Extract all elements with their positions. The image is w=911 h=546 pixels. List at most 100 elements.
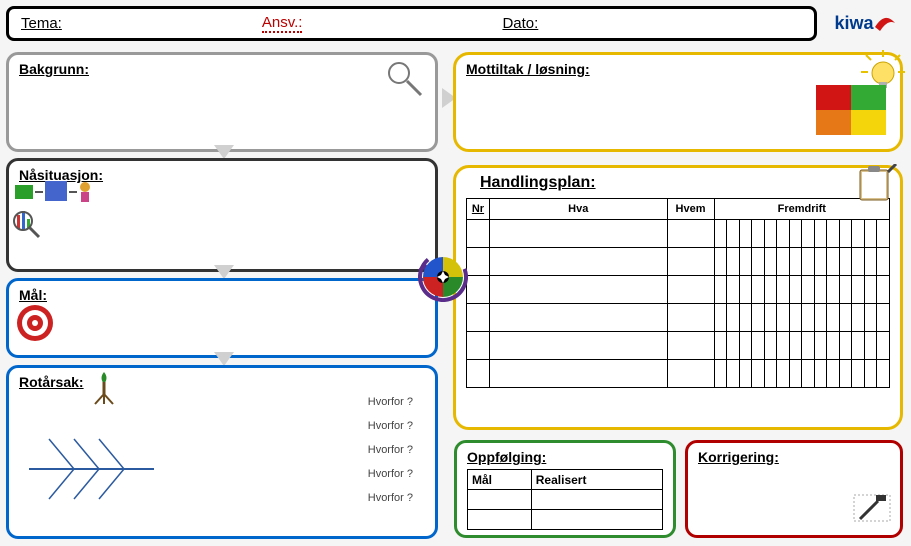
cell-progress <box>814 248 827 276</box>
cell-progress <box>864 304 877 332</box>
cell-progress <box>877 220 890 248</box>
cell-progress <box>739 304 752 332</box>
cell-progress <box>764 360 777 388</box>
magnifier-icon <box>385 59 425 99</box>
cell-progress <box>827 220 840 248</box>
cell-progress <box>714 276 727 304</box>
cell-hvem <box>667 276 714 304</box>
cell-progress <box>852 248 865 276</box>
brand-swoosh-icon <box>874 13 896 35</box>
process-chart-icon <box>13 179 113 239</box>
cell-progress <box>789 220 802 248</box>
cell-hva <box>489 332 667 360</box>
cell-nr <box>467 360 490 388</box>
col-nr: Nr <box>467 199 490 220</box>
cell-progress <box>839 360 852 388</box>
header-bar: Tema: Ansv.: Dato: <box>6 6 817 41</box>
cell-progress <box>802 248 815 276</box>
cell-progress <box>814 276 827 304</box>
col-realisert: Realisert <box>531 470 662 490</box>
table-row <box>468 490 663 510</box>
hvorfor-item: Hvorfor ? <box>368 390 413 414</box>
handlingsplan-table: Nr Hva Hvem Fremdrift <box>466 198 890 388</box>
cell-progress <box>777 220 790 248</box>
table-row <box>467 276 890 304</box>
cell-progress <box>814 304 827 332</box>
cell-progress <box>802 220 815 248</box>
cell-progress <box>802 276 815 304</box>
cell-progress <box>714 248 727 276</box>
hvorfor-item: Hvorfor ? <box>368 486 413 510</box>
fishbone-icon <box>29 434 159 504</box>
cell-progress <box>864 248 877 276</box>
cell-hva <box>489 360 667 388</box>
cell-progress <box>714 304 727 332</box>
cell-progress <box>789 304 802 332</box>
cell-progress <box>827 304 840 332</box>
cell-progress <box>789 248 802 276</box>
cell-progress <box>764 276 777 304</box>
title-mottiltak: Mottiltak / løsning: <box>466 61 890 77</box>
col-hvem: Hvem <box>667 199 714 220</box>
label-dato: Dato: <box>502 15 538 32</box>
cell-progress <box>727 248 740 276</box>
clipboard-icon <box>852 164 898 204</box>
cell-progress <box>864 360 877 388</box>
title-bakgrunn: Bakgrunn: <box>19 61 425 77</box>
cell-progress <box>764 332 777 360</box>
hvorfor-item: Hvorfor ? <box>368 462 413 486</box>
cell-progress <box>839 276 852 304</box>
panel-bakgrunn: Bakgrunn: <box>6 52 438 152</box>
cell-progress <box>752 248 765 276</box>
panel-mottiltak: Mottiltak / løsning: <box>453 52 903 152</box>
cell-progress <box>752 360 765 388</box>
adjust-icon <box>850 489 894 529</box>
cell-progress <box>864 220 877 248</box>
cell-progress <box>827 248 840 276</box>
table-row <box>467 332 890 360</box>
cell-progress <box>839 304 852 332</box>
cell-progress <box>852 332 865 360</box>
brand-logo: kiwa <box>825 7 905 40</box>
cell-hva <box>489 220 667 248</box>
brand-text: kiwa <box>834 13 873 34</box>
cell-progress <box>839 220 852 248</box>
table-header-row: Nr Hva Hvem Fremdrift <box>467 199 890 220</box>
cell-progress <box>789 276 802 304</box>
cell-progress <box>852 304 865 332</box>
cell-progress <box>777 276 790 304</box>
cell-progress <box>752 220 765 248</box>
cell-progress <box>739 248 752 276</box>
cell-progress <box>827 360 840 388</box>
panel-rotarsak: Rotårsak: Hvorfor ? Hvorfor ? Hvorfor ? … <box>6 365 438 539</box>
cell-progress <box>814 332 827 360</box>
cell-progress <box>864 332 877 360</box>
cell-progress <box>714 360 727 388</box>
hvorfor-item: Hvorfor ? <box>368 414 413 438</box>
title-korrigering: Korrigering: <box>698 449 890 465</box>
cell-progress <box>752 304 765 332</box>
table-row <box>467 304 890 332</box>
title-rotarsak: Rotårsak: <box>19 374 84 390</box>
cell-progress <box>852 220 865 248</box>
cell-progress <box>727 360 740 388</box>
cell-progress <box>814 360 827 388</box>
cell-progress <box>752 332 765 360</box>
cell-progress <box>789 360 802 388</box>
hvorfor-item: Hvorfor ? <box>368 438 413 462</box>
flow-arrow-icon <box>214 352 234 366</box>
cell-progress <box>727 304 740 332</box>
target-icon <box>15 303 55 343</box>
cell-hva <box>489 276 667 304</box>
cell-progress <box>877 248 890 276</box>
cell-nr <box>467 276 490 304</box>
cell-hva <box>489 304 667 332</box>
cell-nr <box>467 220 490 248</box>
cell-progress <box>789 332 802 360</box>
title-mal: Mål: <box>19 287 425 303</box>
cell-hvem <box>667 332 714 360</box>
table-row <box>467 220 890 248</box>
hvorfor-list: Hvorfor ? Hvorfor ? Hvorfor ? Hvorfor ? … <box>368 390 413 510</box>
cell-progress <box>827 276 840 304</box>
label-ansv: Ansv.: <box>262 14 303 33</box>
